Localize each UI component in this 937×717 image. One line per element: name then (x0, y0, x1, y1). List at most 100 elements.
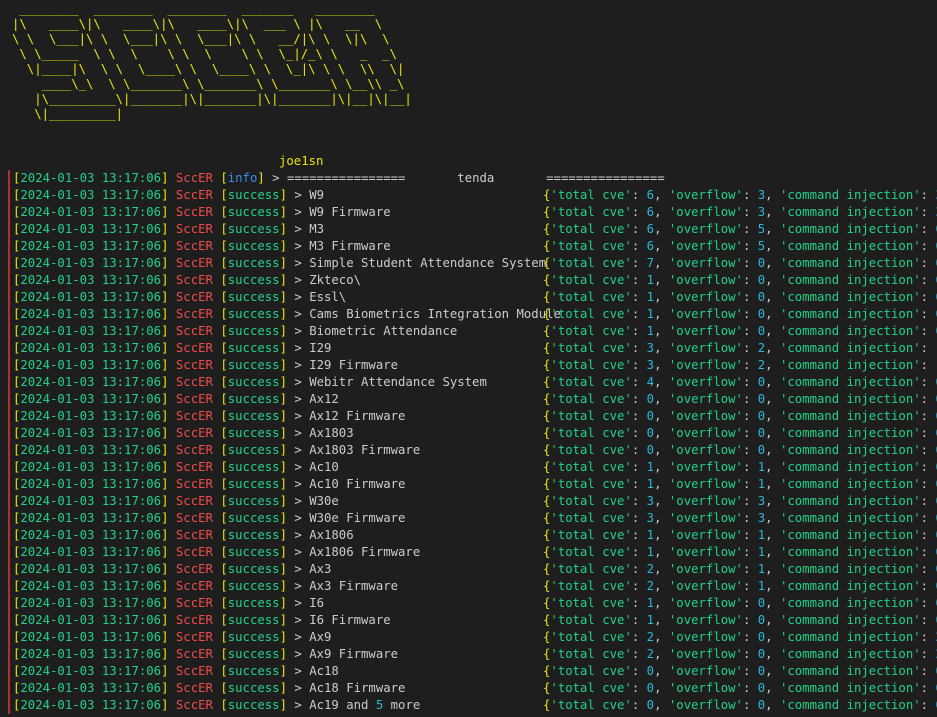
log-level: success (227, 460, 280, 474)
product-name: W9 Firmware (309, 205, 391, 219)
gutter-marker (8, 374, 10, 391)
log-tool-name: SccER (175, 511, 213, 525)
log-message: [2024-01-03 13:17:06] SccER [success] > … (13, 290, 347, 304)
key-command-injection: command injection (787, 511, 914, 525)
key-overflow: overflow (676, 664, 736, 678)
log-tool-name: SccER (175, 239, 213, 253)
log-timestamp: 2024-01-03 13:17:06 (20, 324, 162, 338)
log-message: [2024-01-03 13:17:06] SccER [success] > … (13, 256, 547, 270)
value-total-cve: 0 (646, 698, 655, 712)
terminal-window[interactable]: ________ ________ ________ _______ _____… (0, 0, 937, 717)
log-tool-name: SccER (175, 307, 213, 321)
log-arrow: > (272, 171, 280, 185)
cve-stats: {'total cve': 0, 'overflow': 0, 'command… (543, 408, 937, 425)
cve-stats: {'total cve': 6, 'overflow': 3, 'command… (543, 204, 937, 221)
gutter-marker (8, 663, 10, 680)
key-command-injection: command injection (787, 341, 914, 355)
log-line: [2024-01-03 13:17:06] SccER [success] > … (0, 595, 937, 612)
header-right-rule: ================ (546, 171, 665, 185)
value-total-cve: 7 (646, 256, 655, 270)
log-message: [2024-01-03 13:17:06] SccER [success] > … (13, 392, 339, 406)
gutter-marker (8, 612, 10, 629)
log-line: [2024-01-03 13:17:06] SccER [success] > … (0, 561, 937, 578)
cve-stats: {'total cve': 0, 'overflow': 0, 'command… (543, 680, 937, 697)
log-line: [2024-01-03 13:17:06] SccER [success] > … (0, 340, 937, 357)
log-timestamp: 2024-01-03 13:17:06 (20, 239, 162, 253)
key-overflow: overflow (676, 409, 736, 423)
key-command-injection: command injection (787, 392, 914, 406)
key-total-cve: total cve (557, 273, 625, 287)
gutter-marker (8, 221, 10, 238)
cve-stats: {'total cve': 2, 'overflow': 0, 'command… (543, 646, 937, 663)
log-level: success (227, 409, 280, 423)
log-line: [2024-01-03 13:17:06] SccER [success] > … (0, 221, 937, 238)
log-level: success (227, 324, 280, 338)
value-total-cve: 2 (646, 647, 655, 661)
log-tool-name: SccER (175, 222, 213, 236)
key-command-injection: command injection (787, 443, 914, 457)
cve-stats: {'total cve': 2, 'overflow': 0, 'command… (543, 629, 937, 646)
key-command-injection: command injection (787, 477, 914, 491)
product-name: Ac19 (309, 698, 339, 712)
key-total-cve: total cve (557, 324, 625, 338)
cve-stats: {'total cve': 1, 'overflow': 0, 'command… (543, 306, 937, 323)
key-total-cve: total cve (557, 528, 625, 542)
log-line: [2024-01-03 13:17:06] SccER [success] > … (0, 544, 937, 561)
log-tool-name: SccER (175, 579, 213, 593)
key-overflow: overflow (676, 290, 736, 304)
log-tool-name: SccER (175, 545, 213, 559)
key-overflow: overflow (676, 443, 736, 457)
value-total-cve: 0 (646, 409, 655, 423)
product-name: Ax1803 Firmware (309, 443, 421, 457)
key-overflow: overflow (676, 613, 736, 627)
key-overflow: overflow (676, 579, 736, 593)
log-line: [2024-01-03 13:17:06] SccER [success] > … (0, 697, 937, 714)
header-vendor: tenda (457, 171, 495, 185)
log-message: [2024-01-03 13:17:06] SccER [success] > … (13, 698, 421, 712)
cve-stats: {'total cve': 6, 'overflow': 5, 'command… (543, 238, 937, 255)
log-tool-name: SccER (175, 477, 213, 491)
log-line: [2024-01-03 13:17:06] SccER [success] > … (0, 680, 937, 697)
key-total-cve: total cve (557, 392, 625, 406)
log-tool-name: SccER (175, 375, 213, 389)
gutter-marker (8, 595, 10, 612)
gutter-marker (8, 697, 10, 714)
key-command-injection: command injection (787, 698, 914, 712)
cve-stats: {'total cve': 1, 'overflow': 0, 'command… (543, 323, 937, 340)
log-timestamp: 2024-01-03 13:17:06 (20, 681, 162, 695)
log-level: success (227, 290, 280, 304)
key-command-injection: command injection (787, 630, 914, 644)
key-command-injection: command injection (787, 528, 914, 542)
log-line: [2024-01-03 13:17:06] SccER [success] > … (0, 238, 937, 255)
log-tool-name: SccER (175, 341, 213, 355)
value-total-cve: 1 (646, 613, 655, 627)
log-timestamp: 2024-01-03 13:17:06 (20, 596, 162, 610)
gutter-marker (8, 578, 10, 595)
log-message: [2024-01-03 13:17:06] SccER [success] > … (13, 409, 406, 423)
product-name: Cams Biometrics Integration Module (309, 307, 561, 321)
log-message: [2024-01-03 13:17:06] SccER [success] > … (13, 477, 406, 491)
value-total-cve: 6 (646, 239, 655, 253)
log-timestamp: 2024-01-03 13:17:06 (20, 256, 162, 270)
gutter-marker (8, 544, 10, 561)
key-overflow: overflow (676, 375, 736, 389)
key-overflow: overflow (676, 545, 736, 559)
key-total-cve: total cve (557, 511, 625, 525)
key-total-cve: total cve (557, 307, 625, 321)
key-overflow: overflow (676, 188, 736, 202)
log-level: success (227, 477, 280, 491)
log-timestamp: 2024-01-03 13:17:06 (20, 698, 162, 712)
key-total-cve: total cve (557, 222, 625, 236)
value-total-cve: 1 (646, 545, 655, 559)
cve-stats: {'total cve': 3, 'overflow': 2, 'command… (543, 340, 937, 357)
cve-stats: {'total cve': 1, 'overflow': 0, 'command… (543, 272, 937, 289)
key-total-cve: total cve (557, 375, 625, 389)
log-line: [2024-01-03 13:17:06] SccER [success] > … (0, 272, 937, 289)
log-tool-name: SccER (175, 528, 213, 542)
log-line: [2024-01-03 13:17:06] SccER [success] > … (0, 374, 937, 391)
log-timestamp: 2024-01-03 13:17:06 (20, 562, 162, 576)
gutter-marker (8, 646, 10, 663)
log-tool-name: SccER (175, 205, 213, 219)
value-total-cve: 2 (646, 562, 655, 576)
value-total-cve: 0 (646, 392, 655, 406)
